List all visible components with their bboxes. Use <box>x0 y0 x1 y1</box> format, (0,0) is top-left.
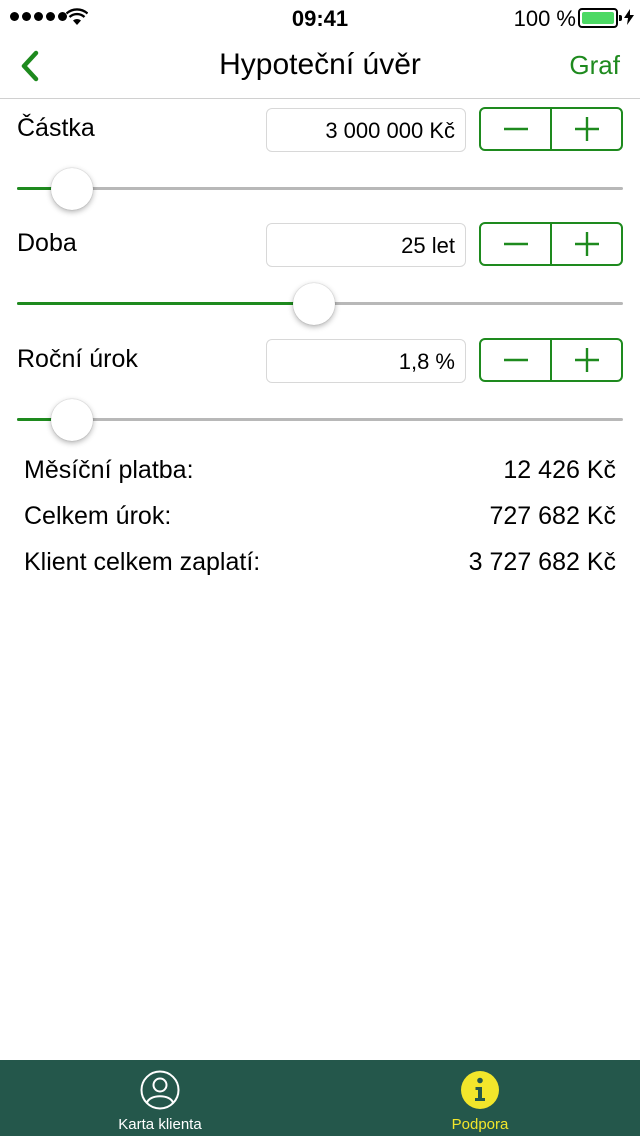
amount-stepper <box>479 107 623 151</box>
status-bar: 09:41 100 % <box>0 0 640 34</box>
graph-button[interactable]: Graf <box>569 50 620 81</box>
minus-icon <box>503 127 528 131</box>
person-icon <box>140 1070 180 1110</box>
amount-slider-track[interactable] <box>17 187 623 190</box>
term-increment-button[interactable] <box>550 224 621 264</box>
result-row-total: Klient celkem zaplatí: 3 727 682 Kč <box>0 542 640 588</box>
interest-increment-button[interactable] <box>550 340 621 380</box>
tab-bar: Karta klienta Podpora <box>0 1060 640 1136</box>
term-slider-thumb[interactable] <box>292 283 335 325</box>
minus-icon <box>503 358 528 362</box>
tab-label-podpora: Podpora <box>451 1116 509 1133</box>
tab-podpora[interactable]: Podpora <box>380 1060 580 1136</box>
tab-karta-klienta[interactable]: Karta klienta <box>60 1060 260 1136</box>
amount-row: Částka 3 000 000 Kč <box>0 100 640 216</box>
amount-slider-thumb[interactable] <box>50 168 93 210</box>
interest-label: Roční úrok <box>17 345 138 373</box>
total-paid-label: Klient celkem zaplatí: <box>24 548 261 576</box>
amount-increment-button[interactable] <box>550 109 621 149</box>
amount-label: Částka <box>17 114 95 142</box>
plus-icon <box>574 232 599 256</box>
term-label: Doba <box>17 229 77 257</box>
battery-percentage: 100 % <box>513 6 576 31</box>
term-decrement-button[interactable] <box>481 224 550 264</box>
tab-label-karta-klienta: Karta klienta <box>118 1116 202 1133</box>
page-title: Hypoteční úvěr <box>219 48 421 81</box>
term-stepper <box>479 222 623 266</box>
interest-slider-track[interactable] <box>17 418 623 421</box>
monthly-payment-value: 12 426 Kč <box>503 456 616 484</box>
charging-bolt-icon <box>624 9 634 25</box>
battery-icon <box>578 8 622 28</box>
results-section: Měsíční platba: 12 426 Kč Celkem úrok: 7… <box>0 450 640 588</box>
interest-field[interactable]: 1,8 % <box>266 339 466 383</box>
interest-decrement-button[interactable] <box>481 340 550 380</box>
term-slider-fill <box>17 302 314 305</box>
amount-field[interactable]: 3 000 000 Kč <box>266 108 466 152</box>
total-interest-value: 727 682 Kč <box>489 502 617 530</box>
interest-slider-thumb[interactable] <box>50 399 93 441</box>
total-interest-label: Celkem úrok: <box>24 502 172 530</box>
result-row-monthly: Měsíční platba: 12 426 Kč <box>0 450 640 496</box>
interest-row: Roční úrok 1,8 % <box>0 331 640 447</box>
result-row-interest: Celkem úrok: 727 682 Kč <box>0 496 640 542</box>
total-paid-value: 3 727 682 Kč <box>468 548 616 576</box>
plus-icon <box>574 117 599 141</box>
interest-stepper <box>479 338 623 382</box>
amount-decrement-button[interactable] <box>481 109 550 149</box>
plus-icon <box>574 348 599 372</box>
term-field[interactable]: 25 let <box>266 223 466 267</box>
monthly-payment-label: Měsíční platba: <box>24 456 194 484</box>
info-icon <box>461 1071 499 1109</box>
term-row: Doba 25 let <box>0 215 640 331</box>
navigation-bar: Hypoteční úvěr Graf <box>0 34 640 99</box>
minus-icon <box>503 242 528 246</box>
